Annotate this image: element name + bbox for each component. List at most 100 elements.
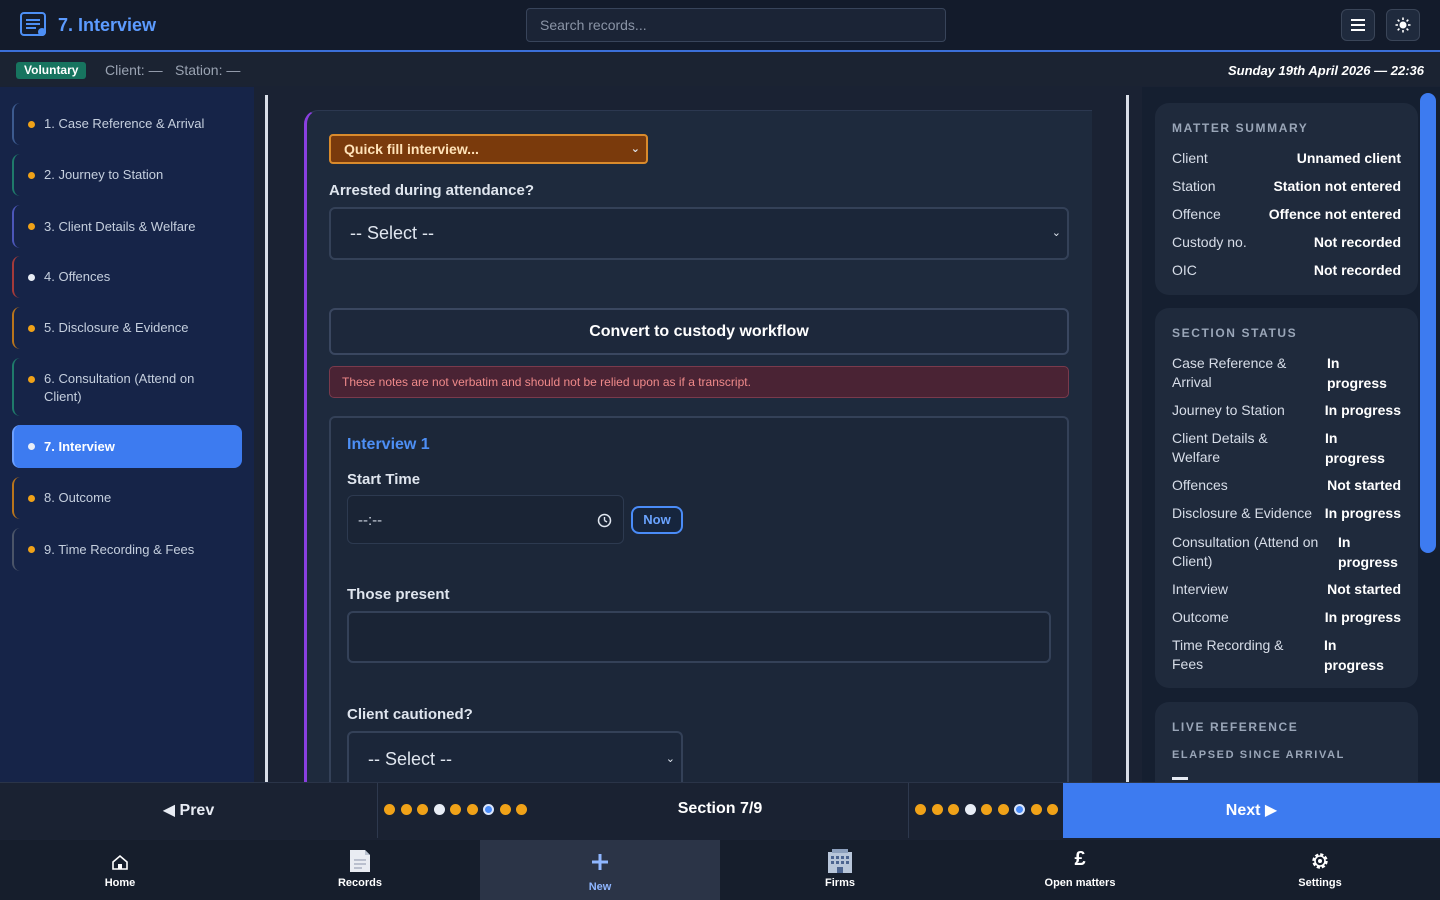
progress-dot[interactable] xyxy=(948,804,959,815)
progress-dot-current[interactable] xyxy=(483,804,494,815)
summary-value: Unnamed client xyxy=(1296,150,1401,166)
quick-fill-select[interactable]: Quick fill interview... ⌄ xyxy=(329,134,648,164)
next-button[interactable]: Next ▶ xyxy=(1063,783,1440,838)
station-label: Station: — xyxy=(175,62,241,78)
summary-key: Client xyxy=(1172,150,1208,166)
sun-icon xyxy=(1395,17,1411,33)
progress-dot[interactable] xyxy=(499,804,511,815)
hamburger-icon xyxy=(1351,19,1365,31)
status-dot xyxy=(28,324,35,332)
sidebar-item-case-reference[interactable]: 1. Case Reference & Arrival xyxy=(12,103,242,145)
progress-dot[interactable] xyxy=(997,804,1009,815)
search-input[interactable] xyxy=(526,8,946,42)
progress-dot[interactable] xyxy=(516,804,527,815)
arrested-select[interactable]: -- Select -- ⌄ xyxy=(329,207,1069,260)
sidebar-item-journey[interactable]: 2. Journey to Station xyxy=(12,154,242,196)
start-time-label: Start Time xyxy=(347,471,421,488)
sidebar-item-label: 6. Consultation (Attend on Client) xyxy=(44,371,195,404)
cautioned-select[interactable]: -- Select -- ⌄ xyxy=(347,731,683,784)
status-key: Interview xyxy=(1172,581,1229,597)
sidebar-item-disclosure[interactable]: 5. Disclosure & Evidence xyxy=(12,307,242,349)
chevron-down-icon: ⌄ xyxy=(665,753,675,765)
status-value: In progress xyxy=(1325,430,1385,466)
tab-firms[interactable]: Firms xyxy=(720,840,960,900)
menu-button[interactable] xyxy=(1341,9,1375,41)
chevron-down-icon: ⌄ xyxy=(1051,227,1061,239)
sidebar-item-label: 8. Outcome xyxy=(44,490,112,505)
tab-new[interactable]: New xyxy=(480,840,720,900)
progress-dot-current[interactable] xyxy=(1014,804,1025,815)
clock-icon[interactable] xyxy=(597,513,612,528)
progress-dot[interactable] xyxy=(915,804,926,815)
sidebar-item-offences[interactable]: 4. Offences xyxy=(12,256,242,298)
theme-toggle-button[interactable] xyxy=(1386,9,1420,41)
tab-settings[interactable]: Settings xyxy=(1200,840,1440,900)
those-present-label: Those present xyxy=(347,586,450,603)
date-time: Sunday 19th April 2026 — 22:36 xyxy=(1227,63,1424,78)
sidebar-item-time-recording[interactable]: 9. Time Recording & Fees xyxy=(12,528,242,571)
progress-dot[interactable] xyxy=(931,804,943,815)
summary-value: Offence not entered xyxy=(1268,206,1401,222)
cautioned-label: Client cautioned? xyxy=(347,706,473,723)
sidebar-item-client-details[interactable]: 3. Client Details & Welfare xyxy=(12,205,242,248)
plus-icon xyxy=(592,854,608,870)
status-dot xyxy=(28,494,35,502)
progress-dot[interactable] xyxy=(981,804,992,815)
top-bar: 7. Interview xyxy=(0,0,1440,52)
status-dot xyxy=(28,273,35,281)
divider xyxy=(908,783,909,838)
progress-dot[interactable] xyxy=(1030,804,1042,815)
status-bar: Voluntary Client: — Station: — Sunday 19… xyxy=(0,54,1440,86)
tab-home[interactable]: Home xyxy=(0,840,240,900)
status-key: Outcome xyxy=(1172,609,1229,625)
cautioned-select-value: -- Select -- xyxy=(368,749,453,769)
matter-summary-heading: MATTER SUMMARY xyxy=(1172,121,1309,135)
progress-dot[interactable] xyxy=(400,804,412,815)
status-key: Journey to Station xyxy=(1172,402,1285,418)
progress-dot[interactable] xyxy=(964,804,976,815)
quick-fill-label: Quick fill interview... xyxy=(344,141,479,157)
status-key: Offences xyxy=(1172,477,1228,493)
progress-dots-left xyxy=(384,804,533,816)
pound-icon: £ xyxy=(1074,848,1086,870)
convert-custody-button[interactable]: Convert to custody workflow xyxy=(329,308,1069,355)
status-key: Disclosure & Evidence xyxy=(1172,505,1313,521)
sidebar-item-interview[interactable]: 7. Interview xyxy=(12,425,242,468)
tab-label: Settings xyxy=(1298,877,1342,889)
progress-dot[interactable] xyxy=(417,804,428,815)
arrested-label: Arrested during attendance? xyxy=(329,182,535,199)
sidebar-item-outcome[interactable]: 8. Outcome xyxy=(12,477,242,519)
elapsed-value-placeholder xyxy=(1172,777,1188,780)
document-icon xyxy=(350,850,370,872)
progress-dot[interactable] xyxy=(433,804,445,815)
progress-dot[interactable] xyxy=(384,804,395,815)
start-time-input[interactable]: --:-- xyxy=(347,495,624,544)
progress-dot[interactable] xyxy=(1047,804,1058,815)
tab-label: Firms xyxy=(825,877,855,889)
summary-value: Not recorded xyxy=(1313,262,1401,278)
summary-key: Station xyxy=(1172,178,1216,194)
status-value: In progress xyxy=(1324,402,1401,418)
scrollbar-thumb[interactable] xyxy=(1420,93,1436,553)
progress-dot[interactable] xyxy=(466,804,478,815)
tab-label: Open matters xyxy=(1044,877,1116,889)
start-time-value: --:-- xyxy=(358,512,383,529)
status-dot xyxy=(28,223,35,230)
elapsed-heading: ELAPSED SINCE ARRIVAL xyxy=(1172,749,1345,761)
sidebar-item-label: 3. Client Details & Welfare xyxy=(44,218,196,234)
status-value: In progress xyxy=(1324,505,1401,521)
live-reference-heading: LIVE REFERENCE xyxy=(1172,720,1299,734)
sidebar-item-label: 9. Time Recording & Fees xyxy=(44,541,195,557)
sidebar-item-consultation[interactable]: 6. Consultation (Attend on Client) xyxy=(12,358,242,416)
now-button[interactable]: Now xyxy=(631,506,683,534)
home-icon xyxy=(112,854,128,870)
progress-dots-right xyxy=(915,804,1064,816)
live-reference-card xyxy=(1155,702,1418,782)
client-label: Client: — xyxy=(105,62,163,78)
prev-button[interactable]: ◀ Prev xyxy=(0,783,377,838)
progress-dot[interactable] xyxy=(450,804,461,815)
those-present-input[interactable] xyxy=(347,611,1051,663)
tab-records[interactable]: Records xyxy=(240,840,480,900)
tab-open-matters[interactable]: £ Open matters xyxy=(960,840,1200,900)
summary-key: OIC xyxy=(1172,262,1197,278)
